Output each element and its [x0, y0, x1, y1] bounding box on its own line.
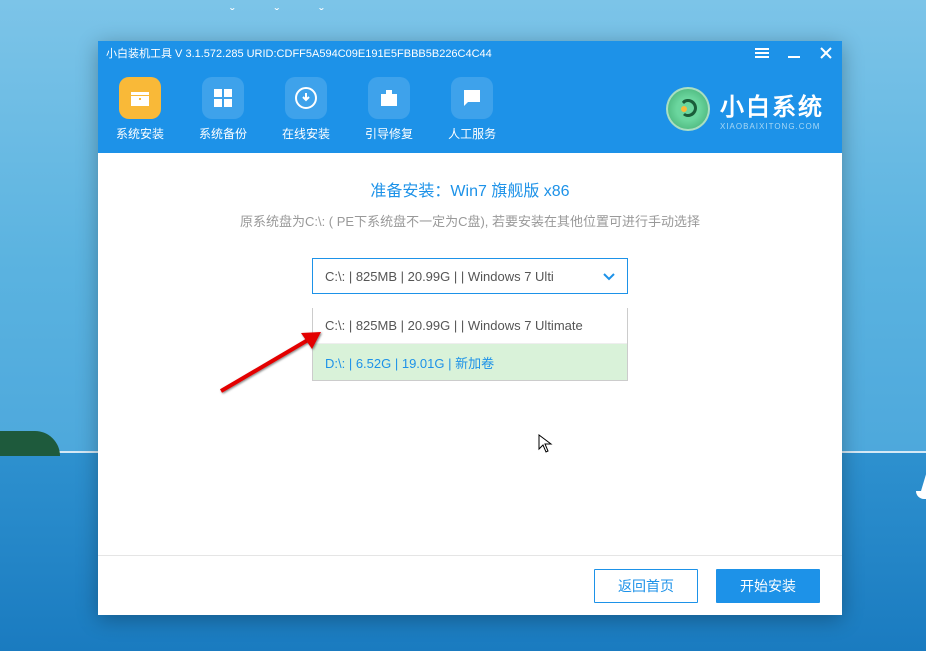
install-title: 准备安装：Win7 旗舰版 x86: [128, 177, 812, 201]
back-button[interactable]: 返回首页: [594, 569, 698, 603]
brand-name: 小白系统: [720, 87, 824, 122]
toolbox-icon: [368, 77, 410, 119]
tool-system-install[interactable]: 系统安装: [116, 77, 164, 142]
tool-label: 人工服务: [448, 125, 496, 142]
drive-dropdown: C:\: | 825MB | 20.99G | | Windows 7 Ulti…: [312, 258, 628, 381]
tool-label: 系统备份: [199, 125, 247, 142]
titlebar: 小白装机工具 V 3.1.572.285 URID:CDFF5A594C09E1…: [98, 41, 842, 65]
tool-label: 引导修复: [365, 125, 413, 142]
tool-label: 系统安装: [116, 125, 164, 142]
tool-label: 在线安装: [282, 125, 330, 142]
box-icon: [119, 77, 161, 119]
dropdown-selected-text: C:\: | 825MB | 20.99G | | Windows 7 Ulti: [325, 269, 554, 284]
tool-online-install[interactable]: 在线安装: [282, 77, 330, 142]
footer: 返回首页 开始安装: [98, 555, 842, 615]
close-icon[interactable]: [818, 45, 834, 61]
decorative-birds: ˇ ˇ ˇ: [230, 5, 342, 21]
dropdown-selected[interactable]: C:\: | 825MB | 20.99G | | Windows 7 Ulti: [312, 258, 628, 294]
brand-logo-icon: [666, 87, 710, 131]
start-install-button[interactable]: 开始安装: [716, 569, 820, 603]
tool-human-service[interactable]: 人工服务: [448, 77, 496, 142]
decorative-boat: [921, 441, 926, 491]
toolbar: 系统安装 系统备份 在线安装 引导修复 人工服务: [98, 65, 842, 153]
main-content: 准备安装：Win7 旗舰版 x86 原系统盘为C:\: ( PE下系统盘不一定为…: [98, 153, 842, 405]
tool-boot-repair[interactable]: 引导修复: [365, 77, 413, 142]
chat-icon: [451, 77, 493, 119]
app-window: 小白装机工具 V 3.1.572.285 URID:CDFF5A594C09E1…: [98, 41, 842, 615]
menu-icon[interactable]: [754, 45, 770, 61]
brand-url: XIAOBAIXITONG.COM: [720, 122, 824, 131]
dropdown-option-d[interactable]: D:\: | 6.52G | 19.01G | 新加卷: [313, 344, 627, 380]
window-title: 小白装机工具 V 3.1.572.285 URID:CDFF5A594C09E1…: [106, 45, 492, 61]
chevron-down-icon: [603, 269, 615, 284]
titlebar-controls: [754, 45, 834, 61]
install-subtitle: 原系统盘为C:\: ( PE下系统盘不一定为C盘), 若要安装在其他位置可进行手…: [128, 211, 812, 230]
dropdown-list: C:\: | 825MB | 20.99G | | Windows 7 Ulti…: [312, 308, 628, 381]
minimize-icon[interactable]: [786, 45, 802, 61]
download-icon: [285, 77, 327, 119]
brand: 小白系统 XIAOBAIXITONG.COM: [666, 87, 824, 131]
windows-icon: [202, 77, 244, 119]
decorative-grass: [0, 431, 60, 456]
dropdown-option-c[interactable]: C:\: | 825MB | 20.99G | | Windows 7 Ulti…: [313, 308, 627, 344]
tool-system-backup[interactable]: 系统备份: [199, 77, 247, 142]
